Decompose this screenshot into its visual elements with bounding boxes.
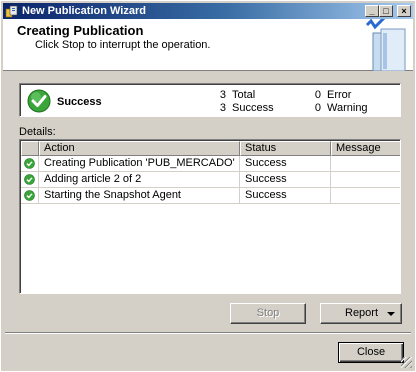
wizard-header: Creating Publication Click Stop to inter… [3, 19, 413, 71]
table-row[interactable]: Creating Publication 'PUB_MERCADO' Succe… [21, 156, 400, 172]
report-button-label: Report [345, 307, 379, 319]
window-title: New Publication Wizard [22, 5, 146, 17]
stop-button[interactable]: Stop [230, 303, 306, 324]
footer-separator [5, 332, 411, 334]
column-header-action[interactable]: Action [39, 141, 240, 156]
row-action: Starting the Snapshot Agent [39, 188, 240, 204]
success-count: 3 [219, 102, 226, 114]
success-check-icon [24, 158, 35, 169]
page-subtitle: Click Stop to interrupt the operation. [35, 39, 211, 51]
page-title: Creating Publication [17, 23, 144, 38]
row-action: Creating Publication 'PUB_MERCADO' [39, 156, 240, 172]
success-check-icon [24, 174, 35, 185]
header-icon-column[interactable] [21, 141, 39, 156]
row-message [331, 188, 400, 204]
error-count: 0 [314, 89, 321, 101]
title-bar[interactable]: New Publication Wizard _ □ × [3, 3, 413, 19]
total-label: Total [232, 89, 256, 101]
row-status: Success [240, 172, 331, 188]
warning-label: Warning [327, 102, 368, 114]
total-count: 3 [219, 89, 226, 101]
row-message [331, 172, 400, 188]
row-status: Success [240, 156, 331, 172]
close-button[interactable]: Close [338, 342, 404, 363]
wizard-app-icon [5, 5, 18, 18]
resize-grip-icon[interactable] [401, 357, 412, 368]
warning-count: 0 [314, 102, 321, 114]
row-message [331, 156, 400, 172]
table-row[interactable]: Starting the Snapshot Agent Success [21, 188, 400, 204]
close-window-button[interactable]: × [397, 5, 411, 17]
summary-panel: Success 3 Total 3 Success 0 Error 0 Warn… [19, 83, 401, 117]
wizard-window: New Publication Wizard _ □ × Creating Pu… [0, 0, 416, 372]
report-button[interactable]: Report [320, 303, 402, 324]
row-status: Success [240, 188, 331, 204]
success-label: Success [232, 102, 274, 114]
maximize-button[interactable]: □ [379, 5, 393, 17]
grid-header: Action Status Message [21, 141, 400, 156]
success-check-icon [27, 89, 51, 113]
error-label: Error [327, 89, 352, 101]
dropdown-arrow-icon [387, 312, 395, 316]
details-grid[interactable]: Action Status Message Creating Publicati… [19, 139, 401, 294]
success-check-icon [24, 190, 35, 201]
row-action: Adding article 2 of 2 [39, 172, 240, 188]
minimize-button[interactable]: _ [365, 5, 379, 17]
overall-status: Success [57, 96, 102, 108]
column-header-message[interactable]: Message [331, 141, 400, 156]
book-header-icon [365, 19, 406, 71]
column-header-status[interactable]: Status [240, 141, 331, 156]
details-label: Details: [19, 126, 56, 138]
table-row[interactable]: Adding article 2 of 2 Success [21, 172, 400, 188]
